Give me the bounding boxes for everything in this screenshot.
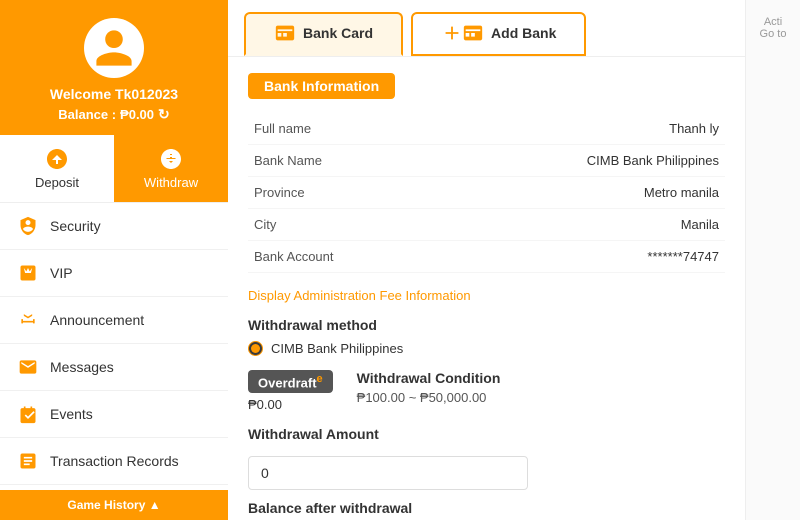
withdrawal-condition-col: Withdrawal Condition ₱100.00 ~ ₱50,000.0… xyxy=(357,370,725,405)
balance-display: Balance : ₱0.00 ↻ xyxy=(58,106,170,123)
sidebar-header: Welcome Tk012023 Balance : ₱0.00 ↻ xyxy=(0,0,228,135)
sidebar-item-vip[interactable]: VIP xyxy=(0,250,228,297)
balance-refresh-icon[interactable]: ↻ xyxy=(158,106,170,123)
province-value: Metro manila xyxy=(408,177,725,209)
table-row: Bank Name CIMB Bank Philippines xyxy=(248,145,725,177)
bank-name-value: CIMB Bank Philippines xyxy=(408,145,725,177)
game-history-button[interactable]: Game History ▲ xyxy=(0,490,228,520)
tab-bank-card-label: Bank Card xyxy=(303,25,373,41)
admin-fee-link[interactable]: Display Administration Fee Information xyxy=(248,288,471,303)
deposit-button[interactable]: Deposit xyxy=(0,135,114,202)
balance-after-label: Balance after withdrawal xyxy=(248,500,725,516)
withdrawal-amount-input[interactable] xyxy=(248,456,528,490)
table-row: Full name Thanh ly xyxy=(248,113,725,145)
withdrawal-conditions: Overdrafte ₱0.00 Withdrawal Condition ₱1… xyxy=(248,370,725,412)
deposit-label: Deposit xyxy=(35,175,79,190)
sidebar-item-messages[interactable]: Messages xyxy=(0,344,228,391)
overdraft-label: Overdraft xyxy=(258,375,317,390)
sidebar-item-label-vip: VIP xyxy=(50,265,73,281)
overdraft-sup: e xyxy=(317,373,323,385)
right-hint-text: Acti xyxy=(764,16,782,28)
sidebar-item-transaction-records[interactable]: Transaction Records xyxy=(0,438,228,485)
sidebar-menu: Security VIP Announcement Messages Event… xyxy=(0,203,228,490)
withdraw-label: Withdraw xyxy=(144,175,198,190)
sidebar: Welcome Tk012023 Balance : ₱0.00 ↻ Depos… xyxy=(0,0,228,520)
bank-name-label: Bank Name xyxy=(248,145,408,177)
tab-add-bank[interactable]: Add Bank xyxy=(411,12,586,56)
sidebar-item-label-transaction-records: Transaction Records xyxy=(50,453,179,469)
full-name-label: Full name xyxy=(248,113,408,145)
overdraft-box: Overdrafte xyxy=(248,370,333,393)
sidebar-item-security[interactable]: Security xyxy=(0,203,228,250)
withdrawal-condition-range: ₱100.00 ~ ₱50,000.00 xyxy=(357,390,725,405)
sidebar-item-events[interactable]: Events xyxy=(0,391,228,438)
table-row: City Manila xyxy=(248,209,725,241)
sidebar-item-label-messages: Messages xyxy=(50,359,114,375)
table-row: Province Metro manila xyxy=(248,177,725,209)
full-name-value: Thanh ly xyxy=(408,113,725,145)
tab-add-bank-label: Add Bank xyxy=(491,25,556,41)
right-hint-panel: Acti Go to xyxy=(745,0,800,520)
sidebar-item-label-announcement: Announcement xyxy=(50,312,144,328)
balance-value: ₱0.00 xyxy=(120,107,154,122)
main-content: Bank Card Add Bank Bank Information Full… xyxy=(228,0,745,520)
withdrawal-method-option[interactable]: CIMB Bank Philippines xyxy=(248,341,725,356)
overdraft-section: Overdrafte ₱0.00 xyxy=(248,370,333,412)
withdraw-button[interactable]: Withdraw xyxy=(114,135,228,202)
sidebar-item-label-security: Security xyxy=(50,218,101,234)
avatar xyxy=(84,18,144,78)
welcome-text: Welcome Tk012023 xyxy=(50,86,178,102)
province-label: Province xyxy=(248,177,408,209)
withdrawal-condition-title: Withdrawal Condition xyxy=(357,370,725,386)
table-row: Bank Account *******74747 xyxy=(248,241,725,273)
withdrawal-method-radio[interactable] xyxy=(248,341,263,356)
content-area: Bank Information Full name Thanh ly Bank… xyxy=(228,57,745,520)
bank-account-label: Bank Account xyxy=(248,241,408,273)
city-label: City xyxy=(248,209,408,241)
withdrawal-amount-title: Withdrawal Amount xyxy=(248,426,725,442)
right-hint-sub: Go to xyxy=(760,28,787,40)
sidebar-item-label-events: Events xyxy=(50,406,93,422)
overdraft-amount: ₱0.00 xyxy=(248,397,333,412)
bank-info-table: Full name Thanh ly Bank Name CIMB Bank P… xyxy=(248,113,725,273)
sidebar-actions: Deposit Withdraw xyxy=(0,135,228,203)
withdrawal-method-option-label: CIMB Bank Philippines xyxy=(271,341,403,356)
balance-label: Balance : xyxy=(58,107,116,122)
bank-info-badge: Bank Information xyxy=(248,73,395,99)
withdrawal-amount-section: Withdrawal Amount xyxy=(248,426,725,490)
bank-account-value: *******74747 xyxy=(408,241,725,273)
tab-bar: Bank Card Add Bank xyxy=(228,0,745,57)
withdrawal-method-section: Withdrawal method CIMB Bank Philippines xyxy=(248,317,725,356)
withdrawal-method-title: Withdrawal method xyxy=(248,317,725,333)
tab-bank-card[interactable]: Bank Card xyxy=(244,12,403,56)
sidebar-item-announcement[interactable]: Announcement xyxy=(0,297,228,344)
city-value: Manila xyxy=(408,209,725,241)
